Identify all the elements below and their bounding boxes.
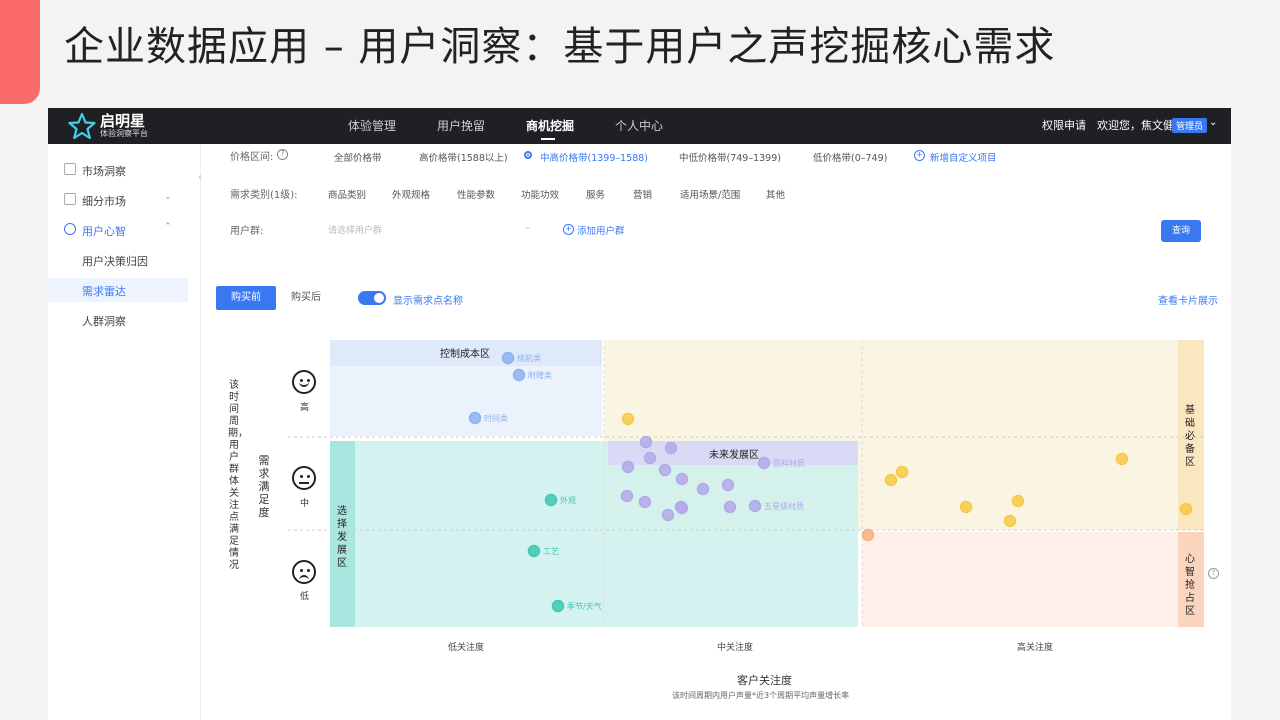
smile-face-icon: [292, 370, 316, 394]
data-point: [527, 544, 541, 558]
zone-label-basic: 备: [1185, 442, 1195, 455]
data-point: [638, 495, 652, 509]
zone-label-mind: 占: [1185, 591, 1195, 604]
data-point: [551, 599, 565, 613]
sad-face-icon: [292, 560, 316, 584]
data-point-label: 季节/天气: [567, 601, 602, 611]
data-point: [661, 508, 675, 522]
data-point: [959, 500, 973, 514]
zone-label-choose: 展: [337, 544, 347, 556]
zone-choose-bg: [330, 441, 858, 627]
x-axis-subtitle: 该时间周期内用户声量*近3个周期平均声量增长率: [672, 691, 850, 700]
x-axis-title: 客户关注度: [737, 674, 792, 687]
slide-title: 企业数据应用 – 用户洞察：基于用户之声挖掘核心需求: [64, 24, 1056, 70]
zone-label-choose: 发: [337, 530, 347, 543]
zone-label-basic: 础: [1185, 417, 1195, 429]
zone-label-choose: 选: [337, 504, 347, 517]
zone-label-choose: 择: [337, 517, 347, 530]
data-point: [675, 472, 689, 486]
data-point: [620, 489, 634, 503]
data-point: [658, 463, 672, 477]
zone-label-control: 控制成本区: [440, 347, 490, 360]
data-point: [468, 411, 482, 425]
data-point: [643, 451, 657, 465]
data-point: [621, 412, 635, 426]
y-tick-mid: 中: [300, 499, 310, 509]
data-point: [748, 499, 762, 513]
y-tick-low: 低: [300, 592, 310, 602]
slide-accent-bar: [0, 0, 40, 104]
data-point: [621, 460, 635, 474]
help-icon[interactable]: ?: [1208, 568, 1219, 579]
data-point: [1115, 452, 1129, 466]
zone-label-mind: 区: [1185, 605, 1195, 617]
zone-label-basic: 必: [1185, 429, 1195, 442]
zone-label-basic: 区: [1185, 456, 1195, 468]
data-point: [696, 482, 710, 496]
x-tick-mid: 中关注度: [717, 643, 754, 653]
data-point: [1003, 514, 1017, 528]
zone-label-mind: 抢: [1185, 578, 1195, 591]
data-point: [639, 435, 653, 449]
x-tick-low: 低关注度: [448, 643, 485, 653]
data-point: [861, 528, 875, 542]
data-point: [895, 465, 909, 479]
data-point: [675, 501, 689, 515]
x-tick-high: 高关注度: [1017, 643, 1054, 653]
data-point: [757, 456, 771, 470]
zone-label-future: 未来发展区: [709, 448, 759, 461]
data-point: [884, 473, 898, 487]
data-point-label: 时间类: [484, 413, 508, 423]
zone-label-choose: 区: [337, 557, 347, 569]
zone-mind-bg: [862, 532, 1204, 627]
data-point: [501, 351, 515, 365]
data-point: [512, 368, 526, 382]
data-point-label: 外观: [560, 495, 576, 505]
data-point-label: 工艺: [543, 547, 559, 556]
neutral-face-icon: [292, 466, 316, 490]
zone-label-mind: 智: [1185, 565, 1195, 578]
y-tick-high: 高: [300, 403, 310, 413]
y-axis-title: 需求满足度: [258, 454, 270, 519]
data-point: [1179, 502, 1193, 516]
data-point: [723, 500, 737, 514]
app-screenshot: 启明星 体验洞察平台 体验管理 用户挽留 商机挖掘 个人中心 权限申请 欢迎您，…: [48, 108, 1231, 720]
data-point: [721, 478, 735, 492]
data-point-label: 五星级材质: [764, 501, 804, 511]
demand-radar-chart: 控制成本区未来发展区基础必备区选择发展区 心智抢占区 续航类附赠类时间类外观工艺季…: [288, 340, 1204, 627]
data-point: [1011, 494, 1025, 508]
y-side-note: 该时间周期，用户群体关注点满足情况: [228, 380, 248, 571]
data-point: [664, 441, 678, 455]
data-point-label: 续航类: [517, 353, 541, 363]
data-point: [544, 493, 558, 507]
zone-label-basic: 基: [1185, 403, 1195, 416]
zone-label-mind: 心: [1185, 553, 1195, 565]
data-point-label: 附赠类: [528, 370, 552, 380]
data-point-label: 面料材质: [773, 458, 805, 468]
